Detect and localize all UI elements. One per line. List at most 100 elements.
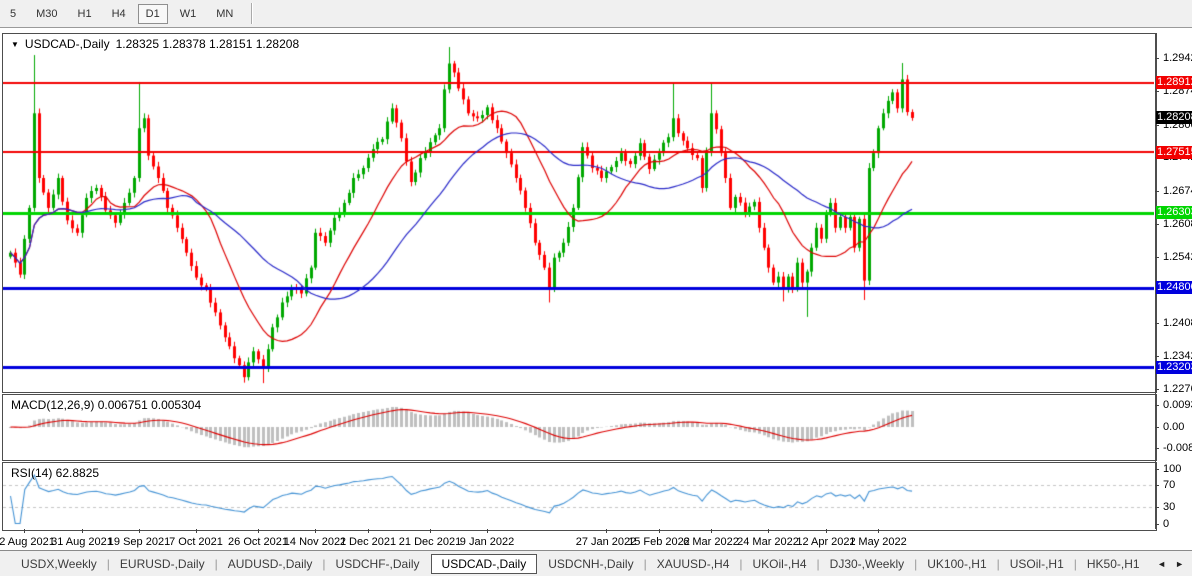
price-tick-mark bbox=[1155, 191, 1159, 192]
date-tick-label: 9 Jan 2022 bbox=[460, 536, 514, 548]
price-tick-label: 1.29420 bbox=[1163, 53, 1192, 64]
current-price-badge: 1.28208 bbox=[1156, 111, 1192, 124]
tab-separator: | bbox=[215, 557, 218, 571]
date-tick-mark bbox=[82, 529, 83, 533]
price-tick-mark bbox=[1155, 356, 1159, 357]
date-tick-mark bbox=[139, 529, 140, 533]
tab-dj30-weekly[interactable]: DJ30-,Weekly bbox=[823, 554, 911, 574]
tab-separator: | bbox=[817, 557, 820, 571]
tab-usoil-h1[interactable]: USOil-,H1 bbox=[1003, 554, 1071, 574]
price-tick-mark bbox=[1155, 58, 1159, 59]
date-tick-label: 26 Oct 2021 bbox=[228, 536, 288, 548]
price-tick-mark bbox=[1155, 125, 1159, 126]
macd-axis-label: -0.008902 bbox=[1163, 443, 1192, 454]
rsi-axis-label: 100 bbox=[1163, 464, 1181, 475]
tab-separator: | bbox=[107, 557, 110, 571]
rsi-tick-mark bbox=[1155, 469, 1159, 470]
date-tick-mark bbox=[606, 529, 607, 533]
macd-axis-label: 0.00 bbox=[1163, 422, 1184, 433]
price-tick-mark bbox=[1155, 323, 1159, 324]
tab-scroll-left-icon[interactable]: ◄ bbox=[1157, 559, 1166, 569]
tab-scroll-right-icon[interactable]: ► bbox=[1175, 559, 1184, 569]
price-level-badge: 1.28912 bbox=[1156, 76, 1192, 89]
date-tick-label: 24 Mar 2022 bbox=[737, 536, 799, 548]
rsi-tick-mark bbox=[1155, 524, 1159, 525]
tab-usdcnh-daily[interactable]: USDCNH-,Daily bbox=[541, 554, 640, 574]
tab-separator: | bbox=[997, 557, 1000, 571]
rsi-canvas[interactable] bbox=[3, 463, 1154, 528]
price-level-badge: 1.27515 bbox=[1156, 146, 1192, 159]
price-tick-label: 1.22760 bbox=[1163, 384, 1192, 395]
date-tick-label: 19 Sep 2021 bbox=[108, 536, 170, 548]
chart-title: ▼ USDCAD-,Daily 1.28325 1.28378 1.28151 … bbox=[11, 37, 299, 51]
date-tick-mark bbox=[368, 529, 369, 533]
date-tick-label: 6 Mar 2022 bbox=[683, 536, 739, 548]
macd-tick-mark bbox=[1155, 405, 1159, 406]
price-tick-label: 1.25420 bbox=[1163, 252, 1192, 263]
tab-usdchf-daily[interactable]: USDCHF-,Daily bbox=[329, 554, 427, 574]
date-tick-label: 21 Dec 2021 bbox=[399, 536, 461, 548]
price-tick-mark bbox=[1155, 389, 1159, 390]
date-tick-mark bbox=[659, 529, 660, 533]
tab-ukoil-h4[interactable]: UKOil-,H4 bbox=[746, 554, 814, 574]
macd-label: MACD(12,26,9) 0.006751 0.005304 bbox=[11, 398, 201, 412]
tab-usdcad-daily[interactable]: USDCAD-,Daily bbox=[431, 554, 538, 574]
chart-ohlc-quote: 1.28325 1.28378 1.28151 1.28208 bbox=[116, 37, 300, 51]
rsi-panel: RSI(14) 62.8825 bbox=[2, 462, 1157, 531]
date-tick-mark bbox=[768, 529, 769, 533]
date-tick-label: 7 Oct 2021 bbox=[169, 536, 223, 548]
date-tick-mark bbox=[196, 529, 197, 533]
timeframe-button-d1[interactable]: D1 bbox=[138, 4, 168, 24]
date-tick-mark bbox=[711, 529, 712, 533]
price-level-badge: 1.23203 bbox=[1156, 361, 1192, 374]
rsi-tick-mark bbox=[1155, 485, 1159, 486]
tab-audusd-daily[interactable]: AUDUSD-,Daily bbox=[221, 554, 320, 574]
timeframe-button-h1[interactable]: H1 bbox=[70, 4, 100, 24]
macd-panel: MACD(12,26,9) 0.006751 0.005304 bbox=[2, 394, 1157, 461]
date-tick-label: 1 May 2022 bbox=[849, 536, 906, 548]
macd-tick-mark bbox=[1155, 448, 1159, 449]
rsi-axis-label: 0 bbox=[1163, 519, 1169, 530]
date-tick-mark bbox=[487, 529, 488, 533]
tab-separator: | bbox=[739, 557, 742, 571]
main-chart-panel: ▼ USDCAD-,Daily 1.28325 1.28378 1.28151 … bbox=[2, 33, 1157, 393]
tab-eurusd-daily[interactable]: EURUSD-,Daily bbox=[113, 554, 212, 574]
timeframe-button-w1[interactable]: W1 bbox=[172, 4, 205, 24]
tab-hk50-h1[interactable]: HK50-,H1 bbox=[1080, 554, 1147, 574]
macd-axis-label: 0.009345 bbox=[1163, 400, 1192, 411]
date-tick-label: 12 Aug 2021 bbox=[0, 536, 55, 548]
price-tick-mark bbox=[1155, 257, 1159, 258]
price-tick-mark bbox=[1155, 91, 1159, 92]
rsi-tick-mark bbox=[1155, 507, 1159, 508]
price-tick-label: 1.26740 bbox=[1163, 186, 1192, 197]
tab-separator: | bbox=[1074, 557, 1077, 571]
chart-symbol-period: USDCAD-,Daily bbox=[25, 37, 110, 51]
tab-xauusd-h4[interactable]: XAUUSD-,H4 bbox=[650, 554, 737, 574]
tab-uk100-h1[interactable]: UK100-,H1 bbox=[920, 554, 993, 574]
date-tick-label: 12 Apr 2022 bbox=[796, 536, 855, 548]
timeframe-button-mn[interactable]: MN bbox=[208, 4, 241, 24]
price-level-badge: 1.26303 bbox=[1156, 206, 1192, 219]
tab-usdx-weekly[interactable]: USDX,Weekly bbox=[14, 554, 104, 574]
timeframe-button-h4[interactable]: H4 bbox=[104, 4, 134, 24]
timeframe-button-m30[interactable]: M30 bbox=[28, 4, 65, 24]
price-level-badge: 1.24800 bbox=[1156, 281, 1192, 294]
timeframe-button-5[interactable]: 5 bbox=[2, 4, 24, 24]
date-tick-label: 14 Nov 2021 bbox=[284, 536, 346, 548]
tab-separator: | bbox=[914, 557, 917, 571]
tab-separator: | bbox=[644, 557, 647, 571]
price-tick-label: 1.26080 bbox=[1163, 219, 1192, 230]
chart-tab-bar: USDX,Weekly|EURUSD-,Daily|AUDUSD-,Daily|… bbox=[0, 550, 1192, 576]
chart-menu-arrow-icon[interactable]: ▼ bbox=[11, 40, 19, 49]
date-tick-mark bbox=[258, 529, 259, 533]
date-tick-label: 31 Aug 2021 bbox=[51, 536, 113, 548]
date-tick-mark bbox=[826, 529, 827, 533]
price-chart-canvas[interactable] bbox=[3, 34, 1154, 390]
macd-tick-mark bbox=[1155, 427, 1159, 428]
tab-separator: | bbox=[322, 557, 325, 571]
toolbar-separator bbox=[251, 3, 252, 24]
price-tick-mark bbox=[1155, 224, 1159, 225]
date-tick-mark bbox=[24, 529, 25, 533]
date-tick-mark bbox=[878, 529, 879, 533]
tab-scroll-arrows: ◄ ► bbox=[1157, 559, 1184, 569]
